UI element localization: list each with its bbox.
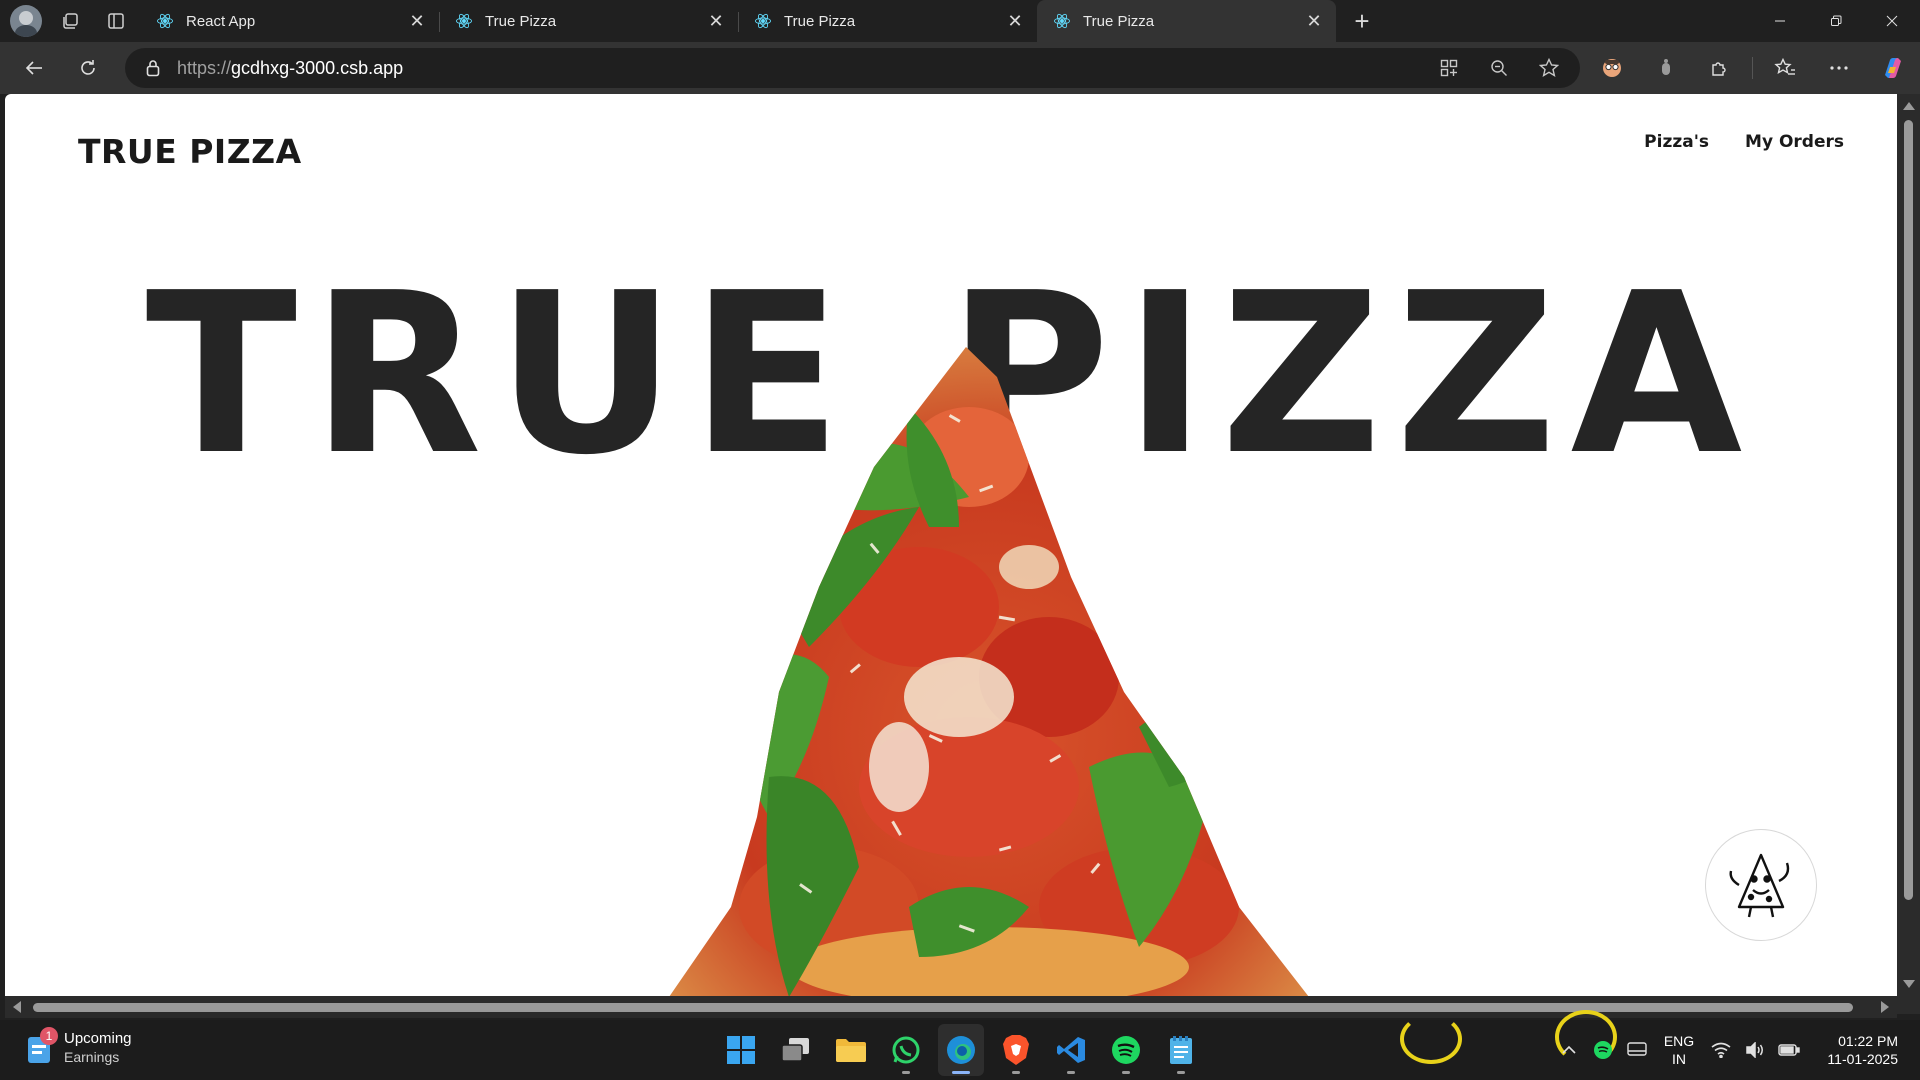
tablet-mode-icon[interactable] (1620, 1030, 1654, 1070)
wifi-icon[interactable] (1704, 1030, 1738, 1070)
chevron-up-icon[interactable] (1552, 1030, 1586, 1070)
file-explorer-icon[interactable] (828, 1024, 874, 1076)
favorites-icon[interactable] (1763, 48, 1807, 88)
vertical-scrollbar[interactable] (1897, 94, 1920, 1014)
notification-badge: 1 (40, 1027, 58, 1045)
toolbar-right (1590, 42, 1915, 94)
stocks-widget-icon: 1 (26, 1027, 58, 1065)
region-code: IN (1672, 1051, 1686, 1067)
taskbar-clock[interactable]: 01:22 PM 11-01-2025 (1806, 1032, 1920, 1068)
scrollbar-thumb[interactable] (1904, 120, 1913, 900)
address-bar-actions (1428, 48, 1570, 88)
favorite-star-icon[interactable] (1528, 48, 1570, 88)
volume-icon[interactable] (1738, 1030, 1772, 1070)
running-indicator (1012, 1071, 1020, 1074)
workspaces-icon[interactable] (52, 5, 88, 37)
url-text[interactable]: https://gcdhxg-3000.csb.app (177, 58, 403, 79)
minimize-button[interactable] (1752, 0, 1808, 42)
tab-true-pizza-active[interactable]: True Pizza ✕ (1037, 0, 1336, 42)
app-available-icon[interactable] (1428, 48, 1470, 88)
site-nav: Pizza's My Orders (1644, 132, 1844, 152)
tab-label: True Pizza (485, 12, 557, 30)
tab-label: React App (186, 12, 256, 30)
widgets-button[interactable]: 1 Upcoming Earnings (26, 1027, 132, 1066)
running-indicator (902, 1071, 910, 1074)
lock-icon[interactable] (143, 59, 163, 77)
chat-mascot-button[interactable] (1705, 829, 1817, 941)
more-menu-icon[interactable] (1817, 48, 1861, 88)
windows-taskbar: 1 Upcoming Earnings ENG IN 01:22 PM 11-0… (0, 1010, 1920, 1080)
site-logo[interactable]: TRUE PIZZA (78, 132, 302, 171)
scroll-down-icon[interactable] (1903, 980, 1915, 988)
clock-date: 11-01-2025 (1827, 1051, 1898, 1067)
tab-label: True Pizza (1083, 12, 1155, 30)
address-bar[interactable]: https://gcdhxg-3000.csb.app (125, 48, 1580, 88)
titlebar-left (0, 0, 134, 42)
nav-pizzas-link[interactable]: Pizza's (1644, 132, 1709, 152)
horizontal-scrollbar[interactable] (5, 996, 1897, 1018)
close-window-button[interactable] (1864, 0, 1920, 42)
close-icon[interactable]: ✕ (1005, 11, 1025, 31)
clock-time: 01:22 PM (1838, 1033, 1898, 1049)
vertical-tabs-icon[interactable] (98, 5, 134, 37)
running-indicator (952, 1071, 970, 1074)
react-icon (456, 13, 472, 29)
browser-toolbar: https://gcdhxg-3000.csb.app (0, 42, 1920, 94)
close-icon[interactable]: ✕ (706, 11, 726, 31)
running-indicator (1122, 1071, 1130, 1074)
scroll-right-icon[interactable] (1881, 1001, 1889, 1013)
extensions-puzzle-icon[interactable] (1698, 48, 1742, 88)
window-controls (1752, 0, 1920, 42)
extension-icon[interactable] (1644, 48, 1688, 88)
new-tab-button[interactable]: + (1342, 0, 1382, 42)
whatsapp-icon[interactable] (883, 1024, 929, 1076)
battery-icon[interactable] (1772, 1030, 1806, 1070)
profile-avatar[interactable] (10, 5, 42, 37)
input-language[interactable]: ENG IN (1654, 1032, 1704, 1068)
tab-label: True Pizza (784, 12, 856, 30)
nav-my-orders-link[interactable]: My Orders (1745, 132, 1844, 152)
react-icon (755, 13, 771, 29)
system-tray: ENG IN 01:22 PM 11-01-2025 (1552, 1020, 1920, 1080)
page-viewport: TRUE PIZZA Pizza's My Orders TRUE PIZZA (5, 94, 1897, 996)
vscode-icon[interactable] (1048, 1024, 1094, 1076)
pizza-slice-image (669, 347, 1309, 996)
zoom-icon[interactable] (1478, 48, 1520, 88)
browser-titlebar: React App ✕ True Pizza ✕ True Pizza ✕ Tr… (0, 0, 1920, 42)
tab-true-pizza-1[interactable]: True Pizza ✕ (439, 0, 738, 42)
extension-avatar-icon[interactable] (1590, 48, 1634, 88)
widget-title: Upcoming (64, 1030, 132, 1047)
tab-react-app[interactable]: React App ✕ (140, 0, 439, 42)
react-icon (1054, 13, 1070, 29)
spotify-icon[interactable] (1103, 1024, 1149, 1076)
task-view-icon[interactable] (773, 1024, 819, 1076)
brave-icon[interactable] (993, 1024, 1039, 1076)
copilot-icon[interactable] (1871, 48, 1915, 88)
tab-strip: React App ✕ True Pizza ✕ True Pizza ✕ Tr… (140, 0, 1382, 42)
windows-start-icon[interactable] (718, 1024, 764, 1076)
url-host: gcdhxg-3000.csb.app (231, 57, 404, 78)
back-icon[interactable] (14, 48, 54, 88)
edge-icon[interactable] (938, 1024, 984, 1076)
url-scheme: https:// (177, 57, 232, 78)
close-icon[interactable]: ✕ (407, 11, 427, 31)
running-indicator (1177, 1071, 1185, 1074)
decorative-ring (1400, 1014, 1462, 1064)
refresh-icon[interactable] (68, 48, 108, 88)
pizza-mascot-icon (1729, 853, 1790, 918)
tab-true-pizza-2[interactable]: True Pizza ✕ (738, 0, 1037, 42)
restore-button[interactable] (1808, 0, 1864, 42)
language-code: ENG (1663, 1033, 1695, 1049)
toolbar-divider (1752, 57, 1753, 79)
scroll-left-icon[interactable] (13, 1001, 21, 1013)
close-icon[interactable]: ✕ (1304, 11, 1324, 31)
react-icon (157, 13, 173, 29)
spotify-tray-icon[interactable] (1586, 1030, 1620, 1070)
taskbar-apps (718, 1024, 1204, 1076)
notepad-icon[interactable] (1158, 1024, 1204, 1076)
widget-subtitle: Earnings (64, 1049, 120, 1065)
scroll-up-icon[interactable] (1903, 102, 1915, 110)
running-indicator (1067, 1071, 1075, 1074)
